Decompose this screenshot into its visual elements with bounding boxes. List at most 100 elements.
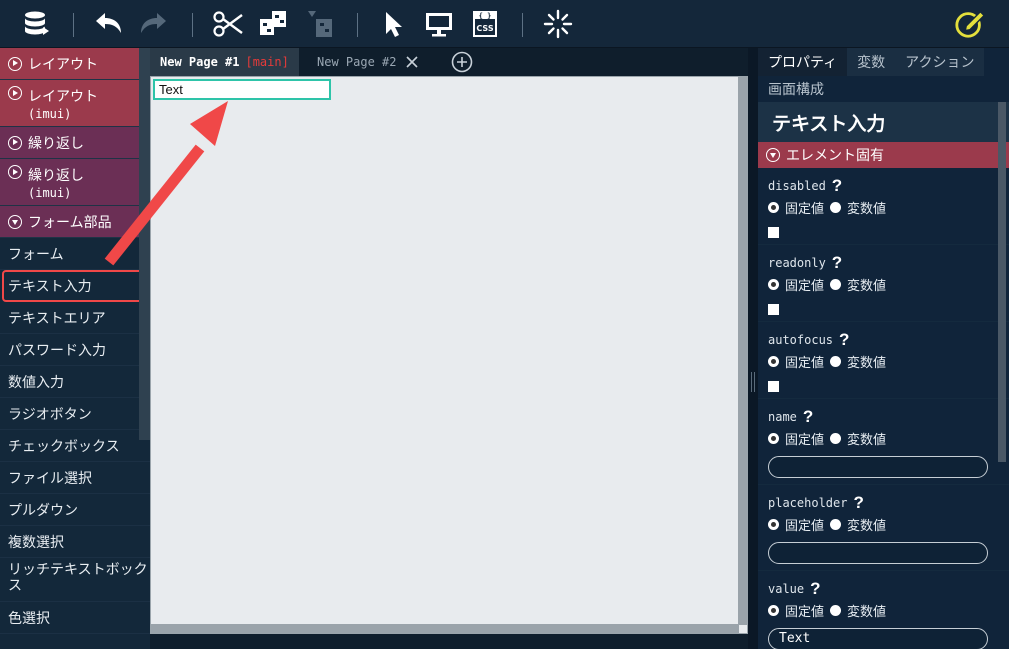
prop-mode-radios: 固定値 変数値: [768, 429, 999, 448]
prop-mode-radios: 固定値 変数値: [768, 352, 999, 371]
canvas-text-input[interactable]: Text: [153, 79, 331, 100]
redo-icon[interactable]: [137, 8, 169, 40]
palette-item-password[interactable]: パスワード入力: [0, 334, 150, 366]
css-file-icon[interactable]: { } CSS: [469, 8, 501, 40]
category-label: 繰り返し: [28, 135, 84, 152]
toolbar-divider: [73, 13, 74, 37]
category-label: レイアウト: [28, 56, 98, 73]
splitter-grip-icon[interactable]: [751, 372, 755, 392]
prop-mode-radios: 固定値 変数値: [768, 275, 999, 294]
radio-fixed[interactable]: [768, 279, 779, 290]
add-tab-button[interactable]: [450, 48, 474, 76]
section-element-specific[interactable]: エレメント固有: [758, 142, 1009, 168]
radio-variable[interactable]: [830, 605, 842, 616]
palette-item-pulldown[interactable]: プルダウン: [0, 494, 150, 526]
radio-variable[interactable]: [830, 356, 842, 367]
help-question-icon[interactable]: ?: [810, 579, 820, 599]
component-merge-icon[interactable]: [304, 8, 336, 40]
prop-placeholder: placeholder? 固定値 変数値: [758, 485, 1009, 571]
radio-fixed[interactable]: [768, 202, 779, 213]
radio-fixed[interactable]: [768, 433, 779, 444]
palette-item-file[interactable]: ファイル選択: [0, 462, 150, 494]
cursor-icon[interactable]: [377, 8, 409, 40]
radio-variable[interactable]: [830, 433, 842, 444]
palette-item-multiselect[interactable]: 複数選択: [0, 526, 150, 558]
tab-page-1[interactable]: New Page #1 [main]: [150, 48, 299, 76]
help-question-icon[interactable]: ?: [832, 176, 842, 196]
component-title: テキスト入力: [758, 102, 1009, 142]
disabled-checkbox[interactable]: [768, 227, 779, 238]
tab-actions[interactable]: アクション: [895, 48, 985, 76]
placeholder-input[interactable]: [768, 542, 988, 564]
prop-name-text: name: [768, 410, 797, 424]
radio-variable-label: 変数値: [847, 279, 887, 294]
radio-fixed[interactable]: [768, 605, 779, 616]
help-question-icon[interactable]: ?: [832, 253, 842, 273]
edit-pen-icon[interactable]: [954, 8, 986, 40]
category-repeat-imui[interactable]: 繰り返し (imui): [0, 159, 150, 206]
radio-variable[interactable]: [830, 202, 842, 213]
palette-item-number[interactable]: 数値入力: [0, 366, 150, 398]
prop-name: readonly?: [768, 253, 999, 273]
database-stack-icon[interactable]: [20, 8, 52, 40]
prop-name-text: disabled: [768, 179, 826, 193]
tab-variables[interactable]: 変数: [847, 48, 896, 76]
tab-label: New Page #1: [160, 55, 240, 69]
help-question-icon[interactable]: ?: [853, 493, 863, 513]
prop-name-text: placeholder: [768, 496, 848, 510]
radio-variable-label: 変数値: [847, 433, 887, 448]
prop-mode-radios: 固定値 変数値: [768, 601, 999, 620]
loading-spinner-icon[interactable]: [542, 8, 574, 40]
value-input[interactable]: Text: [768, 628, 988, 649]
panel-splitter[interactable]: [748, 48, 758, 649]
radio-variable-label: 変数値: [847, 605, 887, 620]
help-question-icon[interactable]: ?: [803, 407, 813, 427]
palette-item-checkbox[interactable]: チェックボックス: [0, 430, 150, 462]
category-label-wrap: レイアウト (imui): [28, 86, 98, 121]
prop-name-field: name? 固定値 変数値: [758, 399, 1009, 485]
tab-screen-structure[interactable]: 画面構成: [758, 76, 1009, 102]
help-question-icon[interactable]: ?: [839, 330, 849, 350]
toolbar-divider: [192, 13, 193, 37]
prop-name-text: autofocus: [768, 333, 834, 347]
category-form-parts[interactable]: フォーム部品: [0, 206, 150, 238]
palette-item-radio[interactable]: ラジオボタン: [0, 398, 150, 430]
scissors-cut-icon[interactable]: [212, 8, 244, 40]
radio-fixed-label: 固定値: [785, 433, 825, 448]
radio-fixed[interactable]: [768, 356, 779, 367]
close-icon[interactable]: [406, 56, 419, 68]
tab-properties[interactable]: プロパティ: [758, 48, 848, 76]
expand-triangle-icon: [8, 165, 22, 179]
category-layout[interactable]: レイアウト: [0, 48, 150, 80]
category-repeat[interactable]: 繰り返し: [0, 127, 150, 159]
properties-scrollbar[interactable]: [998, 102, 1006, 462]
canvas-horizontal-scrollbar[interactable]: [151, 624, 739, 633]
palette-item-color[interactable]: 色選択: [0, 602, 150, 634]
radio-variable[interactable]: [830, 279, 842, 290]
radio-fixed-label: 固定値: [785, 519, 825, 534]
palette-scrollbar[interactable]: [139, 48, 150, 440]
css-icon-label: CSS: [476, 24, 493, 33]
palette-item-textarea[interactable]: テキストエリア: [0, 302, 150, 334]
category-label: 繰り返し: [28, 168, 84, 184]
radio-fixed[interactable]: [768, 519, 779, 530]
design-canvas[interactable]: Text: [150, 76, 748, 634]
category-label: レイアウト: [28, 89, 98, 105]
prop-mode-radios: 固定値 変数値: [768, 198, 999, 217]
name-input[interactable]: [768, 456, 988, 478]
monitor-preview-icon[interactable]: [423, 8, 455, 40]
radio-variable[interactable]: [830, 519, 842, 530]
component-split-icon[interactable]: [258, 8, 290, 40]
plus-circle-icon: [451, 51, 473, 73]
palette-item-richtext[interactable]: リッチテキストボックス: [0, 558, 150, 602]
readonly-checkbox[interactable]: [768, 304, 779, 315]
palette-item-form[interactable]: フォーム: [0, 238, 150, 270]
panel-tabs: プロパティ 変数 アクション: [758, 48, 1009, 76]
component-palette: レイアウト レイアウト (imui) 繰り返し 繰り返し (imui) フォーム…: [0, 48, 150, 649]
palette-item-text-input[interactable]: テキスト入力: [2, 270, 148, 302]
canvas-vertical-scrollbar[interactable]: [738, 77, 747, 625]
category-layout-imui[interactable]: レイアウト (imui): [0, 80, 150, 127]
autofocus-checkbox[interactable]: [768, 381, 779, 392]
undo-icon[interactable]: [93, 8, 125, 40]
tab-page-2[interactable]: New Page #2: [307, 48, 428, 76]
